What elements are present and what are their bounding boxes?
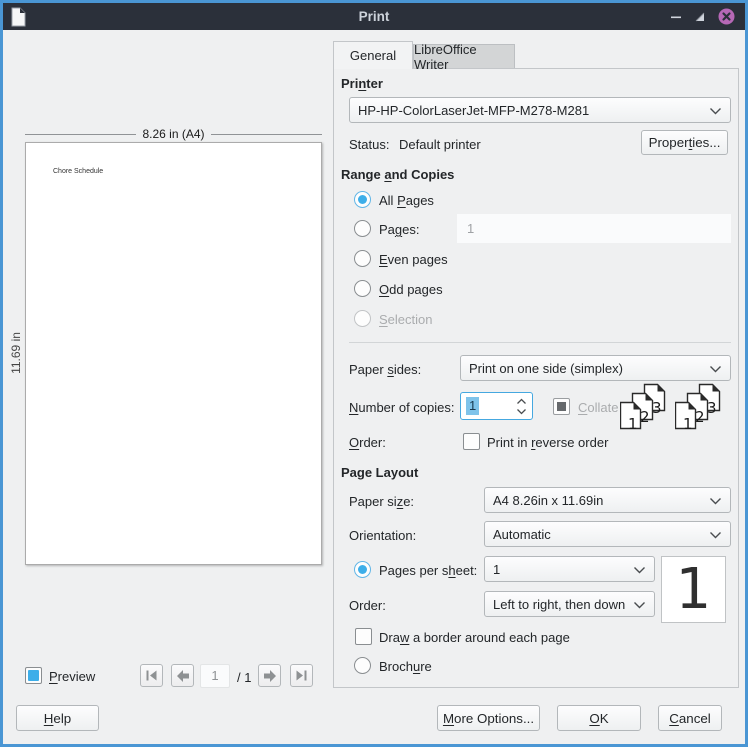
svg-text:3: 3 xyxy=(652,399,662,417)
help-button[interactable]: Help xyxy=(16,705,99,731)
svg-text:2: 2 xyxy=(695,408,705,426)
more-options-button[interactable]: More Options... xyxy=(437,705,540,731)
paper-sides-label: Paper sides: xyxy=(349,361,421,379)
svg-text:1: 1 xyxy=(683,415,693,431)
spinner-down-icon xyxy=(516,408,527,415)
svg-text:3: 3 xyxy=(707,399,717,417)
page-width-dimension: 8.26 in (A4) xyxy=(25,127,322,141)
paper-sides-value: Print on one side (simplex) xyxy=(469,361,623,376)
reverse-order-label[interactable]: Print in reverse order xyxy=(487,434,608,452)
page-number-field[interactable]: 1 xyxy=(200,664,230,688)
paper-size-label: Paper size: xyxy=(349,493,414,511)
sheet-preview-number: 1 xyxy=(676,557,712,622)
pages-per-sheet-radio[interactable] xyxy=(354,561,371,578)
minimize-button[interactable] xyxy=(670,11,682,23)
uncollate-pages-icon: 1 2 3 xyxy=(675,383,721,434)
first-page-button[interactable] xyxy=(140,664,163,687)
chevron-down-icon xyxy=(709,361,722,376)
draw-border-checkbox[interactable] xyxy=(355,628,372,645)
next-page-button[interactable] xyxy=(258,664,281,687)
chevron-down-icon xyxy=(633,597,646,612)
orientation-select[interactable]: Automatic xyxy=(484,521,731,547)
last-page-button[interactable] xyxy=(290,664,313,687)
pages-label[interactable]: Pages: xyxy=(379,221,419,239)
dimension-line-left xyxy=(25,134,136,135)
cancel-button[interactable]: Cancel xyxy=(658,705,722,731)
dimension-line-right xyxy=(211,134,322,135)
pages-radio[interactable] xyxy=(354,220,371,237)
chevron-down-icon xyxy=(709,527,722,542)
reverse-order-checkbox[interactable] xyxy=(463,433,480,450)
page-layout-section-header: Page Layout xyxy=(341,465,418,480)
preview-checkbox-label[interactable]: Preview xyxy=(49,668,95,686)
order-label: Order: xyxy=(349,434,386,452)
window-title: Print xyxy=(3,9,745,24)
all-pages-label[interactable]: All Pages xyxy=(379,192,434,210)
page-total-label: / 1 xyxy=(237,669,251,687)
chevron-down-icon xyxy=(709,493,722,508)
titlebar[interactable]: Print xyxy=(3,3,745,30)
even-pages-radio[interactable] xyxy=(354,250,371,267)
chevron-down-icon xyxy=(633,562,646,577)
all-pages-radio[interactable] xyxy=(354,191,371,208)
restore-button[interactable] xyxy=(694,11,706,23)
preview-checkbox[interactable] xyxy=(25,667,42,684)
draw-border-label[interactable]: Draw a border around each page xyxy=(379,629,570,647)
status-value: Default printer xyxy=(399,136,481,154)
chevron-down-icon xyxy=(709,103,722,118)
collate-pages-icon: 1 2 3 xyxy=(620,383,666,434)
odd-pages-label[interactable]: Odd pages xyxy=(379,281,443,299)
previous-page-button[interactable] xyxy=(171,664,194,687)
layout-order-label: Order: xyxy=(349,597,386,615)
copies-spinner[interactable]: 1 xyxy=(460,392,533,420)
paper-sides-select[interactable]: Print on one side (simplex) xyxy=(460,355,731,381)
page-width-label: 8.26 in (A4) xyxy=(142,127,204,141)
orientation-value: Automatic xyxy=(493,527,551,542)
layout-order-value: Left to right, then down xyxy=(493,597,625,612)
selection-label: Selection xyxy=(379,311,432,329)
document-preview-text: Chore Schedule xyxy=(53,168,103,175)
tab-libreoffice-writer[interactable]: LibreOffice Writer xyxy=(413,44,515,68)
status-label: Status: xyxy=(349,136,389,154)
paper-size-value: A4 8.26in x 11.69in xyxy=(493,493,603,508)
brochure-label[interactable]: Brochure xyxy=(379,658,432,676)
selection-radio xyxy=(354,310,371,327)
tab-general-label: General xyxy=(350,48,396,63)
printer-select[interactable]: HP-HP-ColorLaserJet-MFP-M278-M281 xyxy=(349,97,731,123)
odd-pages-radio[interactable] xyxy=(354,280,371,297)
spinner-up-icon xyxy=(516,398,527,405)
printer-select-value: HP-HP-ColorLaserJet-MFP-M278-M281 xyxy=(358,103,589,118)
pages-per-sheet-value: 1 xyxy=(493,562,500,577)
pages-per-sheet-label[interactable]: Pages per sheet: xyxy=(379,562,477,580)
brochure-radio[interactable] xyxy=(354,657,371,674)
tab-general[interactable]: General xyxy=(333,41,413,69)
page-height-label: 11.69 in xyxy=(9,332,23,374)
print-preview-page: Chore Schedule xyxy=(25,142,322,565)
close-button[interactable] xyxy=(718,8,735,25)
number-of-copies-label: Number of copies: xyxy=(349,399,455,417)
copies-value: 1 xyxy=(466,397,479,415)
svg-text:2: 2 xyxy=(640,408,650,426)
tab-writer-label: LibreOffice Writer xyxy=(414,42,514,72)
pages-range-input[interactable] xyxy=(457,214,731,243)
collate-label: Collate xyxy=(578,399,618,417)
range-copies-section-header: Range and Copies xyxy=(341,167,454,182)
print-dialog-window: Print 8.26 in (A4) 11.69 in xyxy=(0,0,748,747)
collate-checkbox xyxy=(553,398,570,415)
paper-size-select[interactable]: A4 8.26in x 11.69in xyxy=(484,487,731,513)
svg-text:1: 1 xyxy=(628,415,638,431)
properties-button[interactable]: Properties... xyxy=(641,130,728,155)
even-pages-label[interactable]: Even pages xyxy=(379,251,448,269)
ok-button[interactable]: OK xyxy=(557,705,641,731)
section-separator xyxy=(349,342,731,343)
printer-section-header: Printer xyxy=(341,76,383,91)
layout-order-select[interactable]: Left to right, then down xyxy=(484,591,655,617)
pages-per-sheet-preview: 1 xyxy=(661,556,726,623)
orientation-label: Orientation: xyxy=(349,527,416,545)
pages-per-sheet-select[interactable]: 1 xyxy=(484,556,655,582)
